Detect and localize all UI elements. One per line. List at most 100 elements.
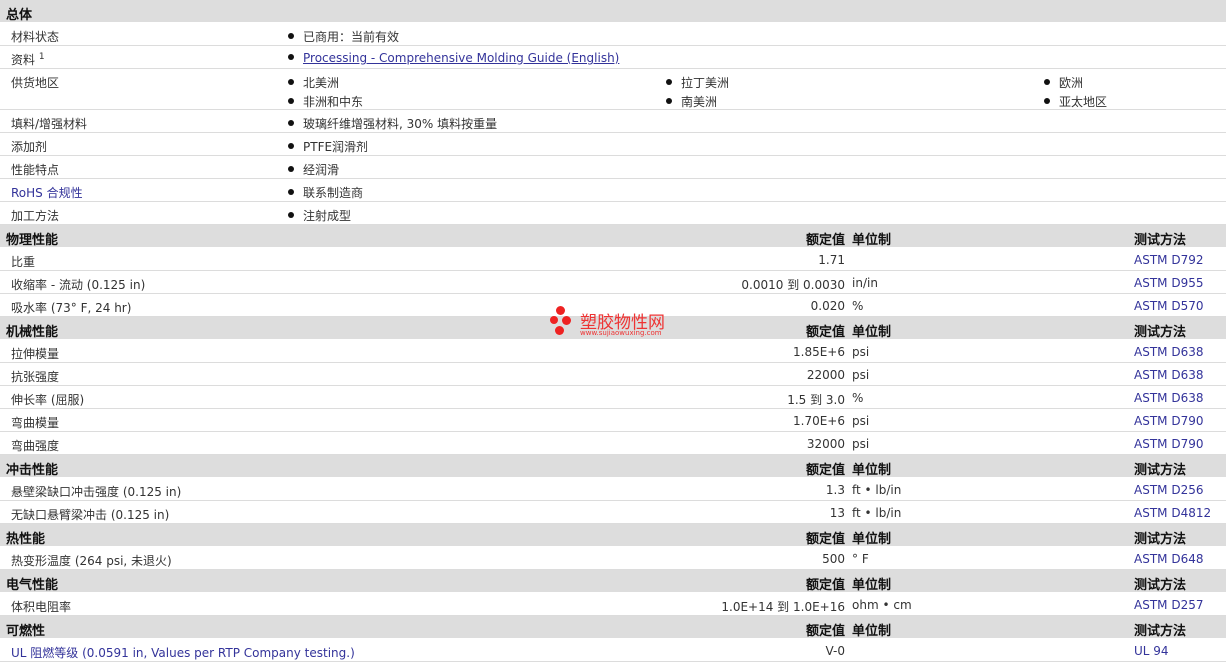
property-unit: ft • lb/in [852,506,902,520]
property-unit: psi [852,437,870,451]
property-label: 抗张强度 [11,370,60,384]
region-item: 非洲和中东 [288,93,363,110]
test-method-link[interactable]: ASTM D792 [1134,253,1203,267]
test-method-link[interactable]: ASTM D570 [1134,299,1203,313]
test-method-link[interactable]: ASTM D256 [1134,483,1203,497]
section-title: 机械性能 [6,325,59,340]
row-regions: 供货地区 北美洲 拉丁美洲 欧洲 非洲和中东 南美洲 亚太地区 [0,69,1226,110]
col-method-header: 测试方法 [1134,233,1187,248]
test-method-link[interactable]: ASTM D790 [1134,437,1203,451]
bullet-icon [288,143,294,149]
test-method-link[interactable]: ASTM D638 [1134,391,1203,405]
property-label: 热变形温度 (264 psi, 未退火) [11,554,172,568]
label-text: 资料 [11,53,36,67]
row-additive: 添加剂 PTFE润滑剂 [0,133,1226,156]
value-text: 已商用：当前有效 [303,30,400,44]
bullet-icon [288,120,294,126]
test-method-link[interactable]: ASTM D638 [1134,368,1203,382]
row-label: 资料 1 [11,51,45,68]
bullet-icon [666,98,672,104]
region-text: 南美洲 [681,95,718,109]
region-item: 亚太地区 [1044,93,1107,110]
footnote-marker: 1 [38,52,45,62]
value-text: 注射成型 [303,209,352,223]
value-text: PTFE润滑剂 [303,140,369,154]
row-label: 填料/增强材料 [11,117,88,131]
bullet-icon [288,33,294,39]
property-value: V-0 [825,644,845,658]
row-value: Processing - Comprehensive Molding Guide… [288,51,619,65]
property-label: 体积电阻率 [11,600,72,614]
test-method-link[interactable]: ASTM D955 [1134,276,1203,290]
section-header-electrical: 电气性能 额定值 单位制 测试方法 [0,570,1226,593]
col-method-header: 测试方法 [1134,463,1187,478]
section-header-flammability: 可燃性 额定值 单位制 测试方法 [0,616,1226,639]
row-label: 性能特点 [11,163,60,177]
test-method-link[interactable]: ASTM D638 [1134,345,1203,359]
property-row: UL 阻燃等级 (0.0591 in, Values per RTP Compa… [0,639,1226,662]
property-row: 热变形温度 (264 psi, 未退火) 500 ° F ASTM D648 [0,547,1226,570]
region-item: 拉丁美洲 [666,74,729,91]
property-value: 32000 [806,437,845,451]
region-text: 拉丁美洲 [681,76,730,90]
row-filler: 填料/增强材料 玻璃纤维增强材料, 30% 填料按重量 [0,110,1226,133]
property-value: 0.0010 到 0.0030 [741,278,845,292]
col-method-header: 测试方法 [1134,532,1187,547]
col-nominal-header: 额定值 [805,578,845,593]
col-unit-header: 单位制 [852,624,892,639]
bullet-icon [288,166,294,172]
col-nominal-header: 额定值 [805,532,845,547]
property-value: 0.020 [810,299,845,313]
property-label: UL 阻燃等级 (0.0591 in, Values per RTP Compa… [11,646,355,660]
row-value: PTFE润滑剂 [288,138,368,155]
section-title: 热性能 [6,532,46,547]
property-label: 收缩率 - 流动 (0.125 in) [11,278,146,292]
logo-dot-icon [556,306,565,315]
property-unit: % [852,391,864,405]
property-value: 1.3 [825,483,845,497]
value-text: 联系制造商 [303,186,364,200]
section-title: 总体 [6,8,33,23]
property-row: 伸长率 (屈服) 1.5 到 3.0 % ASTM D638 [0,386,1226,409]
property-unit: ° F [852,552,869,566]
molding-guide-link[interactable]: Processing - Comprehensive Molding Guide… [303,51,619,65]
property-value: 1.0E+14 到 1.0E+16 [721,600,845,614]
row-processing: 加工方法 注射成型 [0,202,1226,225]
bullet-icon [288,98,294,104]
test-method-link[interactable]: UL 94 [1134,644,1169,658]
region-item: 欧洲 [1044,74,1083,91]
property-row: 体积电阻率 1.0E+14 到 1.0E+16 ohm • cm ASTM D2… [0,593,1226,616]
property-row: 收缩率 - 流动 (0.125 in) 0.0010 到 0.0030 in/i… [0,271,1226,294]
property-unit: in/in [852,276,878,290]
section-header-thermal: 热性能 额定值 单位制 测试方法 [0,524,1226,547]
property-label: 比重 [11,255,36,269]
test-method-link[interactable]: ASTM D648 [1134,552,1203,566]
property-row: 弯曲强度 32000 psi ASTM D790 [0,432,1226,455]
row-rohs: RoHS 合规性 联系制造商 [0,179,1226,202]
property-unit: ohm • cm [852,598,912,612]
region-text: 非洲和中东 [303,95,364,109]
test-method-link[interactable]: ASTM D257 [1134,598,1203,612]
col-unit-header: 单位制 [852,532,892,547]
property-label: 伸长率 (屈服) [11,393,85,407]
property-label: 弯曲模量 [11,416,60,430]
logo-dot-icon [550,316,558,324]
section-header-general: 总体 [0,0,1226,23]
value-text: 玻璃纤维增强材料, 30% 填料按重量 [303,117,498,131]
region-text: 北美洲 [303,76,340,90]
property-label: 弯曲强度 [11,439,60,453]
test-method-link[interactable]: ASTM D790 [1134,414,1203,428]
region-item: 北美洲 [288,74,339,91]
row-value: 联系制造商 [288,184,363,201]
bullet-icon [288,79,294,85]
section-header-impact: 冲击性能 额定值 单位制 测试方法 [0,455,1226,478]
col-unit-header: 单位制 [852,578,892,593]
section-header-physical: 物理性能 额定值 单位制 测试方法 [0,225,1226,248]
col-method-header: 测试方法 [1134,578,1187,593]
col-unit-header: 单位制 [852,233,892,248]
row-label: 加工方法 [11,209,60,223]
region-text: 亚太地区 [1059,95,1108,109]
region-item: 南美洲 [666,93,717,110]
row-value: 已商用：当前有效 [288,28,399,45]
test-method-link[interactable]: ASTM D4812 [1134,506,1211,520]
